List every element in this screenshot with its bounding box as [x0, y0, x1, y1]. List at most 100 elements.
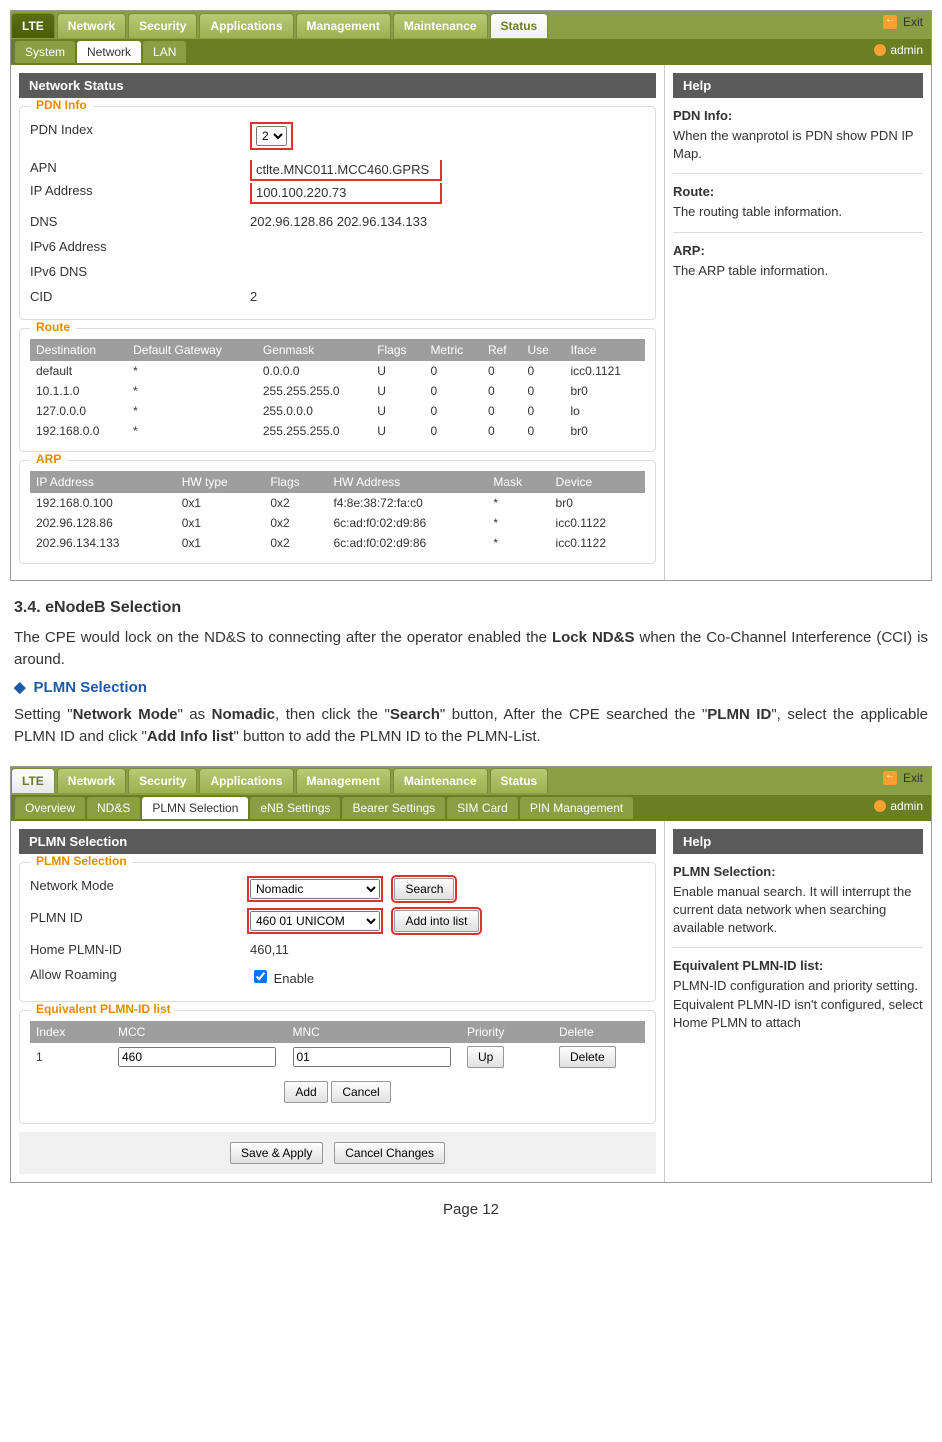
- help-route-t: The routing table information.: [673, 203, 923, 221]
- tab-network-2[interactable]: Network: [57, 768, 126, 793]
- equivalent-plmn-fieldset: Equivalent PLMN-ID list Index MCC MNC Pr…: [19, 1010, 656, 1124]
- allow-roaming-label: Allow Roaming: [30, 967, 250, 986]
- tab-network[interactable]: Network: [57, 13, 126, 38]
- exit-link[interactable]: Exit: [903, 15, 923, 29]
- network-mode-select[interactable]: Nomadic: [250, 879, 380, 899]
- pdn-info-fieldset: PDN Info PDN Index2 APNctlte.MNC011.MCC4…: [19, 106, 656, 320]
- page-number: Page 12: [10, 1201, 932, 1218]
- cancel-button[interactable]: Cancel: [331, 1081, 390, 1103]
- tab-applications[interactable]: Applications: [199, 13, 293, 38]
- ipv6dns-label: IPv6 DNS: [30, 264, 250, 279]
- pdn-index-highlight: 2: [250, 122, 293, 150]
- route-table: Destination Default Gateway Genmask Flag…: [30, 339, 645, 441]
- subtab-overview[interactable]: Overview: [15, 797, 85, 819]
- home-plmn-value: 460,11: [250, 942, 645, 957]
- table-row: 202.96.128.860x10x26c:ad:f0:02:d9:86*icc…: [30, 513, 645, 533]
- allow-roaming-checkbox[interactable]: [254, 970, 267, 983]
- cancel-changes-button[interactable]: Cancel Changes: [334, 1142, 445, 1164]
- ipv6dns-value: [250, 264, 645, 279]
- subtab-sim[interactable]: SIM Card: [447, 797, 518, 819]
- table-row: 202.96.134.1330x10x26c:ad:f0:02:d9:86*ic…: [30, 533, 645, 553]
- route-fieldset: Route Destination Default Gateway Genmas…: [19, 328, 656, 452]
- arp-legend: ARP: [30, 452, 67, 466]
- network-status-screenshot: LTE Network Security Applications Manage…: [10, 10, 932, 581]
- plmn-selection-screenshot: LTE Network Security Applications Manage…: [10, 766, 932, 1183]
- mcc-input[interactable]: [118, 1047, 276, 1067]
- help-arp-h: ARP:: [673, 243, 923, 258]
- tab-status[interactable]: Status: [490, 13, 549, 38]
- subtab-bearer[interactable]: Bearer Settings: [342, 797, 445, 819]
- route-legend: Route: [30, 320, 76, 334]
- mnc-input[interactable]: [293, 1047, 451, 1067]
- subtab-pin[interactable]: PIN Management: [520, 797, 633, 819]
- exit-icon-2: [883, 771, 897, 785]
- table-row: default*0.0.0.0U000icc0.1121: [30, 361, 645, 381]
- enable-text: Enable: [274, 971, 314, 986]
- pdn-legend: PDN Info: [30, 98, 93, 112]
- cid-value: 2: [250, 289, 645, 304]
- subtab-nds[interactable]: ND&S: [87, 797, 140, 819]
- table-row: 127.0.0.0*255.0.0.0U000lo: [30, 401, 645, 421]
- help-route-h: Route:: [673, 184, 923, 199]
- tab-lte[interactable]: LTE: [11, 13, 55, 38]
- tab-maintenance-2[interactable]: Maintenance: [393, 768, 488, 793]
- doc-section: 3.4. eNodeB Selection The CPE would lock…: [14, 599, 928, 748]
- pdn-index-select[interactable]: 2: [256, 126, 287, 146]
- exit-link-2[interactable]: Exit: [903, 771, 923, 785]
- subtab-plmn-selection[interactable]: PLMN Selection: [142, 797, 248, 819]
- up-button[interactable]: Up: [467, 1046, 504, 1068]
- add-button[interactable]: Add: [284, 1081, 327, 1103]
- ip-value: 100.100.220.73: [250, 183, 442, 204]
- network-mode-label: Network Mode: [30, 878, 250, 900]
- top-nav-2: LTE Network Security Applications Manage…: [11, 767, 931, 795]
- help-pdn-h: PDN Info:: [673, 108, 923, 123]
- table-row: 192.168.0.1000x10x2f4:8e:38:72:fa:c0*br0: [30, 493, 645, 513]
- sub-nav: System Network LAN admin: [11, 39, 931, 65]
- user-name: admin: [890, 43, 923, 57]
- plmn-selection-fieldset: PLMN Selection Network Mode Nomadic Sear…: [19, 862, 656, 1002]
- subtab-enb[interactable]: eNB Settings: [250, 797, 340, 819]
- dns-label: DNS: [30, 214, 250, 229]
- arp-fieldset: ARP IP Address HW type Flags HW Address …: [19, 460, 656, 564]
- panel-title-network-status: Network Status: [19, 73, 656, 98]
- plmn-sel-legend: PLMN Selection: [30, 854, 133, 868]
- tab-security-2[interactable]: Security: [128, 768, 197, 793]
- tab-status-2[interactable]: Status: [490, 768, 549, 793]
- help-plmn-t: Enable manual search. It will interrupt …: [673, 883, 923, 938]
- table-row: 192.168.0.0*255.255.255.0U000br0: [30, 421, 645, 441]
- plmn-subheading: ◆PLMN Selection: [14, 677, 928, 699]
- tab-management-2[interactable]: Management: [296, 768, 391, 793]
- table-row: 1 Up Delete: [30, 1043, 645, 1071]
- tab-maintenance[interactable]: Maintenance: [393, 13, 488, 38]
- help-eq-h: Equivalent PLMN-ID list:: [673, 958, 923, 973]
- tab-applications-2[interactable]: Applications: [199, 768, 293, 793]
- ipv6addr-value: [250, 239, 645, 254]
- exit-icon: [883, 15, 897, 29]
- add-into-list-button[interactable]: Add into list: [394, 910, 478, 932]
- plmn-id-label: PLMN ID: [30, 910, 250, 932]
- plmn-table: Index MCC MNC Priority Delete 1 Up Delet…: [30, 1021, 645, 1071]
- arp-table: IP Address HW type Flags HW Address Mask…: [30, 471, 645, 553]
- plmn-id-select[interactable]: 460 01 UNICOM: [250, 911, 380, 931]
- ipv6addr-label: IPv6 Address: [30, 239, 250, 254]
- cid-label: CID: [30, 289, 250, 304]
- subtab-network[interactable]: Network: [77, 41, 141, 63]
- subtab-lan[interactable]: LAN: [143, 41, 186, 63]
- help-panel: Help PDN Info: When the wanprotol is PDN…: [664, 65, 931, 580]
- tab-security[interactable]: Security: [128, 13, 197, 38]
- help-arp-t: The ARP table information.: [673, 262, 923, 280]
- save-apply-button[interactable]: Save & Apply: [230, 1142, 323, 1164]
- tab-lte-2[interactable]: LTE: [11, 768, 55, 793]
- section-heading: 3.4. eNodeB Selection: [14, 599, 928, 617]
- paragraph-2: Setting "Network Mode" as Nomadic, then …: [14, 704, 928, 748]
- user-icon-2: [874, 800, 886, 812]
- table-row: 10.1.1.0*255.255.255.0U000br0: [30, 381, 645, 401]
- search-button[interactable]: Search: [394, 878, 454, 900]
- help-eq-t: PLMN-ID configuration and priority setti…: [673, 977, 923, 1032]
- sub-nav-2: Overview ND&S PLMN Selection eNB Setting…: [11, 795, 931, 821]
- pdn-index-label: PDN Index: [30, 122, 250, 150]
- tab-management[interactable]: Management: [296, 13, 391, 38]
- subtab-system[interactable]: System: [15, 41, 75, 63]
- apn-value: ctlte.MNC011.MCC460.GPRS: [250, 160, 442, 181]
- delete-button[interactable]: Delete: [559, 1046, 616, 1068]
